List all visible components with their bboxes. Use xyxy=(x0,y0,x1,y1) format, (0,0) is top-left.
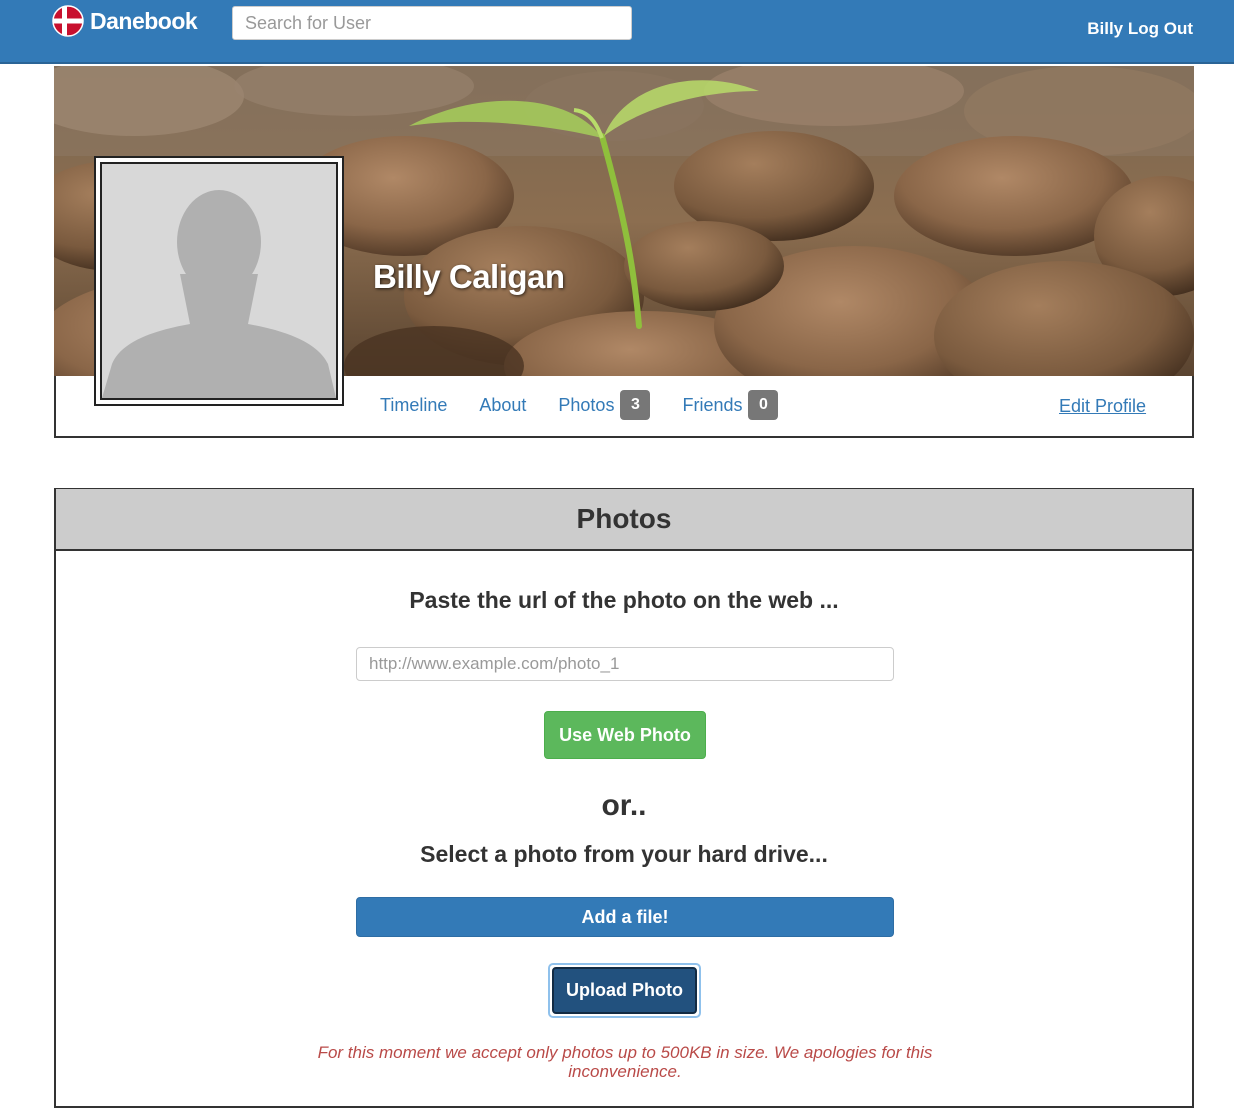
tab-timeline[interactable]: Timeline xyxy=(380,395,447,416)
search-user-input[interactable] xyxy=(232,6,632,40)
edit-profile-link[interactable]: Edit Profile xyxy=(1059,396,1146,417)
tab-friends[interactable]: Friends 0 xyxy=(682,390,779,420)
tab-label: Timeline xyxy=(380,394,448,415)
tab-label: About xyxy=(479,394,527,415)
brand-name: Danebook xyxy=(90,7,198,34)
default-avatar-icon xyxy=(102,164,336,398)
logout-link[interactable]: Billy Log Out xyxy=(1087,19,1193,39)
upload-focus-ring: Upload Photo xyxy=(548,963,701,1018)
navbar: Danebook Billy Log Out xyxy=(0,0,1234,64)
tab-label: Photos xyxy=(558,394,615,415)
profile-tabs: Timeline About Photos 3 Friends 0 xyxy=(380,390,810,420)
photos-count-badge: 3 xyxy=(620,390,651,420)
panel-heading: Photos xyxy=(56,489,1192,551)
tab-photos[interactable]: Photos 3 xyxy=(558,390,651,420)
profile-name: Billy Caligan xyxy=(373,258,565,295)
photos-panel: Photos Paste the url of the photo on the… xyxy=(54,488,1194,1108)
tab-label: Friends xyxy=(682,394,743,415)
photo-url-input[interactable] xyxy=(356,647,894,681)
size-limit-notice: For this moment we accept only photos up… xyxy=(317,1043,933,1081)
use-web-photo-button[interactable]: Use Web Photo xyxy=(544,711,706,759)
select-file-label: Select a photo from your hard drive... xyxy=(420,841,828,867)
or-divider: or.. xyxy=(601,789,647,822)
tab-about[interactable]: About xyxy=(479,395,526,416)
add-file-button[interactable]: Add a file! xyxy=(356,897,894,937)
profile-avatar xyxy=(94,156,344,406)
paste-url-label: Paste the url of the photo on the web ..… xyxy=(409,587,839,613)
friends-count-badge: 0 xyxy=(748,390,779,420)
danish-flag-logo-icon xyxy=(52,5,84,37)
brand-link[interactable]: Danebook xyxy=(52,4,198,38)
upload-photo-button[interactable]: Upload Photo xyxy=(552,967,697,1014)
panel-title: Photos xyxy=(576,503,672,534)
